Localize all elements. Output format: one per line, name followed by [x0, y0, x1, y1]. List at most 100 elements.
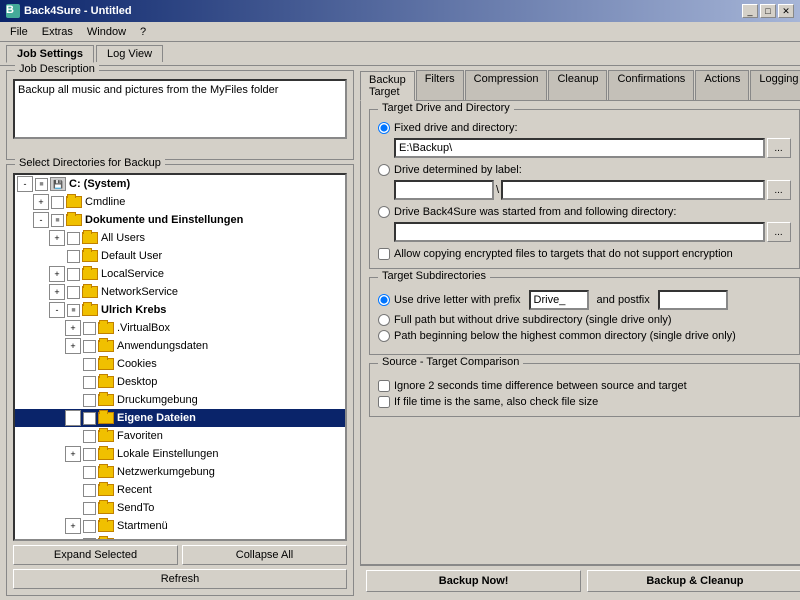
tree-item-eigene_dateien[interactable]: +Eigene Dateien: [15, 409, 345, 427]
tree-item-cmdline[interactable]: +Cmdline: [15, 193, 345, 211]
checkbox-recent[interactable]: [83, 484, 96, 497]
checkbox-anwendungsdaten[interactable]: [83, 340, 96, 353]
prefix-input[interactable]: [529, 290, 589, 310]
tree-item-sendto[interactable]: SendTo: [15, 499, 345, 517]
backup-now-button[interactable]: Backup Now!: [366, 570, 581, 592]
tab-backup-target[interactable]: Backup Target: [360, 71, 415, 101]
tree-item-netzwerkumgebung[interactable]: Netzwerkumgebung: [15, 463, 345, 481]
collapse-all-button[interactable]: Collapse All: [182, 545, 347, 565]
fixed-drive-browse[interactable]: ...: [767, 138, 791, 158]
postfix-input[interactable]: [658, 290, 728, 310]
started-path-input[interactable]: [394, 222, 765, 242]
check-filesize-label: If file time is the same, also check fil…: [394, 396, 598, 408]
checkbox-cookies[interactable]: [83, 358, 96, 371]
checkbox-sendto[interactable]: [83, 502, 96, 515]
expander-virtualbox[interactable]: +: [65, 320, 81, 336]
started-drive-radio[interactable]: [378, 206, 390, 218]
expander-all_users[interactable]: +: [49, 230, 65, 246]
minimize-button[interactable]: _: [742, 4, 758, 18]
fixed-drive-radio[interactable]: [378, 122, 390, 134]
checkbox-desktop[interactable]: [83, 376, 96, 389]
tree-item-cookies[interactable]: Cookies: [15, 355, 345, 373]
checkbox-default_user[interactable]: [67, 250, 80, 263]
checkbox-virtualbox[interactable]: [83, 322, 96, 335]
tree-item-desktop[interactable]: Desktop: [15, 373, 345, 391]
checkbox-dokumente[interactable]: [51, 214, 64, 227]
checkbox-c_system[interactable]: [35, 178, 48, 191]
fixed-drive-input[interactable]: [394, 138, 765, 158]
tree-item-recent[interactable]: Recent: [15, 481, 345, 499]
menu-extras[interactable]: Extras: [36, 25, 79, 39]
tree-item-c_system[interactable]: -💾C: (System): [15, 175, 345, 193]
label-path-input[interactable]: [501, 180, 764, 200]
tab-filters[interactable]: Filters: [416, 70, 464, 100]
tree-item-ulrich_krebs[interactable]: -Ulrich Krebs: [15, 301, 345, 319]
checkbox-ulrich_krebs[interactable]: [67, 304, 80, 317]
expander-eigene_dateien[interactable]: +: [65, 410, 81, 426]
expander-network_service[interactable]: +: [49, 284, 65, 300]
menu-help[interactable]: ?: [134, 25, 152, 39]
tree-item-network_service[interactable]: +NetworkService: [15, 283, 345, 301]
tree-item-vorlagen[interactable]: Vorlagen: [15, 535, 345, 541]
backup-cleanup-button[interactable]: Backup & Cleanup: [587, 570, 800, 592]
item-label-startmenu: Startmenü: [117, 520, 168, 532]
tab-compression[interactable]: Compression: [465, 70, 548, 100]
started-browse[interactable]: ...: [767, 222, 791, 242]
label-input[interactable]: [394, 180, 494, 200]
expander-lokale_einstellungen[interactable]: +: [65, 446, 81, 462]
item-label-c_system: C: (System): [69, 178, 130, 190]
tab-actions[interactable]: Actions: [695, 70, 749, 100]
full-path-radio[interactable]: [378, 314, 390, 326]
menu-file[interactable]: File: [4, 25, 34, 39]
tree-item-lokale_einstellungen[interactable]: +Lokale Einstellungen: [15, 445, 345, 463]
check-filesize-checkbox[interactable]: [378, 396, 390, 408]
expander-ulrich_krebs[interactable]: -: [49, 302, 65, 318]
checkbox-lokale_einstellungen[interactable]: [83, 448, 96, 461]
folder-icon-cookies: [98, 358, 114, 370]
checkbox-druckumgebung[interactable]: [83, 394, 96, 407]
expander-local_service[interactable]: +: [49, 266, 65, 282]
tab-confirmations[interactable]: Confirmations: [608, 70, 694, 100]
checkbox-startmenu[interactable]: [83, 520, 96, 533]
tab-log-view[interactable]: Log View: [96, 45, 163, 62]
refresh-button[interactable]: Refresh: [13, 569, 347, 589]
expander-dokumente[interactable]: -: [33, 212, 49, 228]
checkbox-local_service[interactable]: [67, 268, 80, 281]
tab-cleanup[interactable]: Cleanup: [548, 70, 607, 100]
tree-item-favoriten[interactable]: Favoriten: [15, 427, 345, 445]
tab-logging[interactable]: Logging: [750, 70, 800, 100]
path-below-radio[interactable]: [378, 330, 390, 342]
tree-item-anwendungsdaten[interactable]: +Anwendungsdaten: [15, 337, 345, 355]
tree-item-virtualbox[interactable]: +.VirtualBox: [15, 319, 345, 337]
use-drive-letter-radio[interactable]: [378, 294, 390, 306]
tree-item-all_users[interactable]: +All Users: [15, 229, 345, 247]
tree-item-local_service[interactable]: +LocalService: [15, 265, 345, 283]
job-description-input[interactable]: [13, 79, 347, 139]
tree-item-druckumgebung[interactable]: Druckumgebung: [15, 391, 345, 409]
expander-startmenu[interactable]: +: [65, 518, 81, 534]
checkbox-network_service[interactable]: [67, 286, 80, 299]
expander-anwendungsdaten[interactable]: +: [65, 338, 81, 354]
label-drive-radio[interactable]: [378, 164, 390, 176]
expander-c_system[interactable]: -: [17, 176, 33, 192]
expander-cmdline[interactable]: +: [33, 194, 49, 210]
tree-item-default_user[interactable]: Default User: [15, 247, 345, 265]
expand-selected-button[interactable]: Expand Selected: [13, 545, 178, 565]
ignore-time-checkbox[interactable]: [378, 380, 390, 392]
checkbox-vorlagen[interactable]: [83, 538, 96, 542]
label-browse[interactable]: ...: [767, 180, 791, 200]
checkbox-eigene_dateien[interactable]: [83, 412, 96, 425]
tree-item-dokumente[interactable]: -Dokumente und Einstellungen: [15, 211, 345, 229]
encrypt-checkbox[interactable]: [378, 248, 390, 260]
menu-window[interactable]: Window: [81, 25, 132, 39]
checkbox-cmdline[interactable]: [51, 196, 64, 209]
maximize-button[interactable]: □: [760, 4, 776, 18]
tab-job-settings[interactable]: Job Settings: [6, 45, 94, 63]
directory-tree[interactable]: -💾C: (System)+Cmdline-Dokumente und Eins…: [13, 173, 347, 541]
checkbox-netzwerkumgebung[interactable]: [83, 466, 96, 479]
checkbox-all_users[interactable]: [67, 232, 80, 245]
started-drive-input-row: ...: [394, 222, 791, 242]
checkbox-favoriten[interactable]: [83, 430, 96, 443]
close-button[interactable]: ✕: [778, 4, 794, 18]
tree-item-startmenu[interactable]: + Startmenü: [15, 517, 345, 535]
